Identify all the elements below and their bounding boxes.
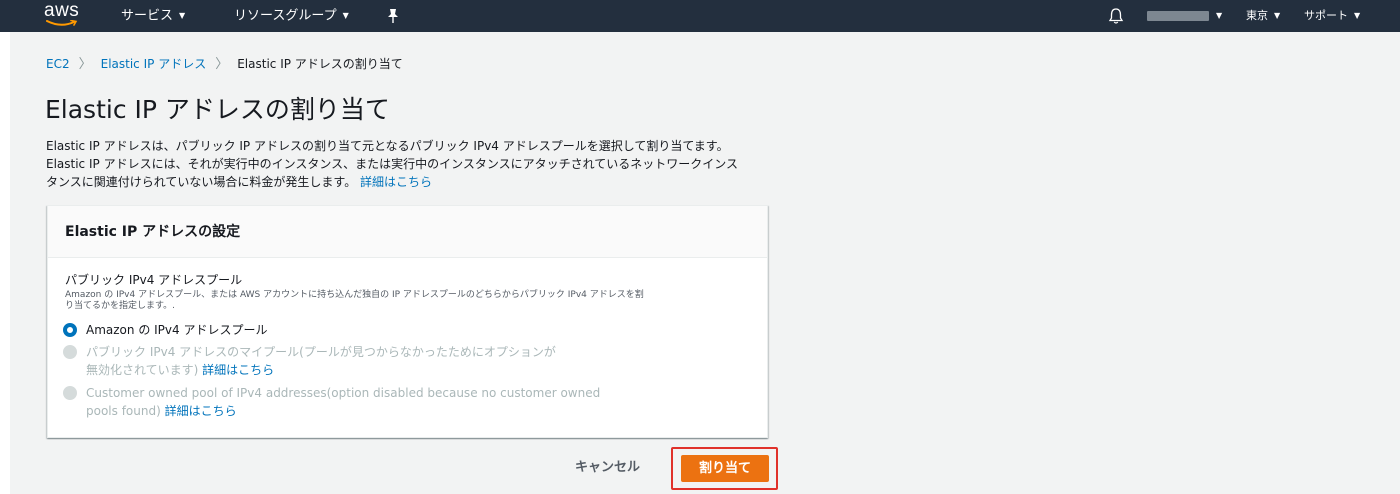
panel-header: Elastic IP アドレスの設定	[48, 206, 767, 258]
region-menu-label: 東京	[1246, 9, 1268, 22]
region-menu[interactable]: 東京 ▼	[1246, 0, 1280, 32]
account-name-redacted[interactable]	[1147, 11, 1209, 21]
services-menu[interactable]: サービス ▼	[121, 0, 185, 32]
learn-more-link[interactable]: 詳細はこちら	[360, 175, 432, 189]
description-line: Elastic IP アドレスには、それが実行中のインスタンス、または実行中のイ…	[46, 157, 739, 171]
description-line-with-link: タンスに関連付けられていない場合に料金が発生します。 詳細はこちら	[46, 173, 786, 191]
breadcrumb-ec2-link[interactable]: EC2	[46, 57, 70, 71]
ipv4-pool-field-label: パブリック IPv4 アドレスプール	[65, 273, 243, 287]
radio-button-disabled	[63, 386, 77, 400]
chevron-right-icon: 〉	[215, 57, 229, 72]
bell-icon[interactable]	[1108, 7, 1124, 25]
field-description-line: り当てるかを指定します。.	[65, 301, 175, 311]
aws-smile-icon	[46, 20, 78, 26]
services-menu-label: サービス	[121, 8, 174, 24]
resource-groups-menu-label: リソースグループ	[234, 8, 337, 24]
cancel-button[interactable]: キャンセル	[575, 457, 640, 477]
radio-button-selected[interactable]	[63, 323, 77, 337]
breadcrumb-elastic-ip-link[interactable]: Elastic IP アドレス	[101, 57, 207, 71]
learn-more-link[interactable]: 詳細はこちら	[165, 404, 237, 418]
radio-button-disabled	[63, 345, 77, 359]
radio-label-line: 無効化されています)	[86, 363, 199, 377]
breadcrumb: EC2 〉 Elastic IP アドレス〉 Elastic IP アドレスの割り当て	[46, 55, 403, 73]
aws-logo[interactable]: aws	[44, 1, 86, 29]
panel-title: Elastic IP アドレスの設定	[65, 224, 241, 240]
pin-icon[interactable]	[386, 8, 400, 24]
allocate-button[interactable]: 割り当て	[681, 455, 769, 482]
radio-label-line: Customer owned pool of IPv4 addresses(op…	[86, 386, 601, 400]
chevron-right-icon: 〉	[78, 57, 92, 72]
chevron-down-icon: ▼	[342, 11, 349, 20]
aws-logo-text: aws	[44, 0, 80, 21]
radio-label-line: パブリック IPv4 アドレスのマイプール(プールが見つからなかったためにオプシ…	[86, 345, 556, 359]
support-menu-label: サポート	[1304, 9, 1348, 22]
radio-label-line: pools found)	[86, 404, 161, 418]
radio-label-amazon-pool: Amazon の IPv4 アドレスプール	[86, 323, 268, 337]
description-line: Elastic IP アドレスは、パブリック IP アドレスの割り当て元となるパ…	[46, 139, 729, 153]
chevron-down-icon[interactable]: ▼	[1216, 0, 1222, 32]
top-nav-bar: aws サービス ▼ リソースグループ ▼ ▼ 東京 ▼ サポート ▼	[0, 0, 1400, 32]
chevron-down-icon: ▼	[1274, 11, 1281, 20]
elastic-ip-settings-panel: Elastic IP アドレスの設定 パブリック IPv4 アドレスプール Am…	[47, 205, 768, 438]
resource-groups-menu[interactable]: リソースグループ ▼	[234, 0, 349, 32]
ipv4-pool-field-description: Amazon の IPv4 アドレスプール、または AWS アカウントに持ち込ん…	[65, 290, 765, 312]
radio-label-customer-owned-pool: Customer owned pool of IPv4 addresses(op…	[86, 384, 646, 420]
page-left-gutter	[0, 32, 10, 494]
description-text: タンスに関連付けられていない場合に料金が発生します。	[46, 175, 357, 189]
radio-label-my-pool: パブリック IPv4 アドレスのマイプール(プールが見つからなかったためにオプシ…	[86, 343, 646, 379]
page-description: Elastic IP アドレスは、パブリック IP アドレスの割り当て元となるパ…	[46, 137, 786, 191]
field-description-line: Amazon の IPv4 アドレスプール、または AWS アカウントに持ち込ん…	[65, 290, 644, 300]
page-title: Elastic IP アドレスの割り当て	[45, 95, 390, 124]
chevron-down-icon: ▼	[179, 11, 186, 20]
breadcrumb-current: Elastic IP アドレスの割り当て	[237, 57, 403, 71]
chevron-down-icon: ▼	[1354, 11, 1361, 20]
support-menu[interactable]: サポート ▼	[1304, 0, 1360, 32]
learn-more-link[interactable]: 詳細はこちら	[202, 363, 274, 377]
